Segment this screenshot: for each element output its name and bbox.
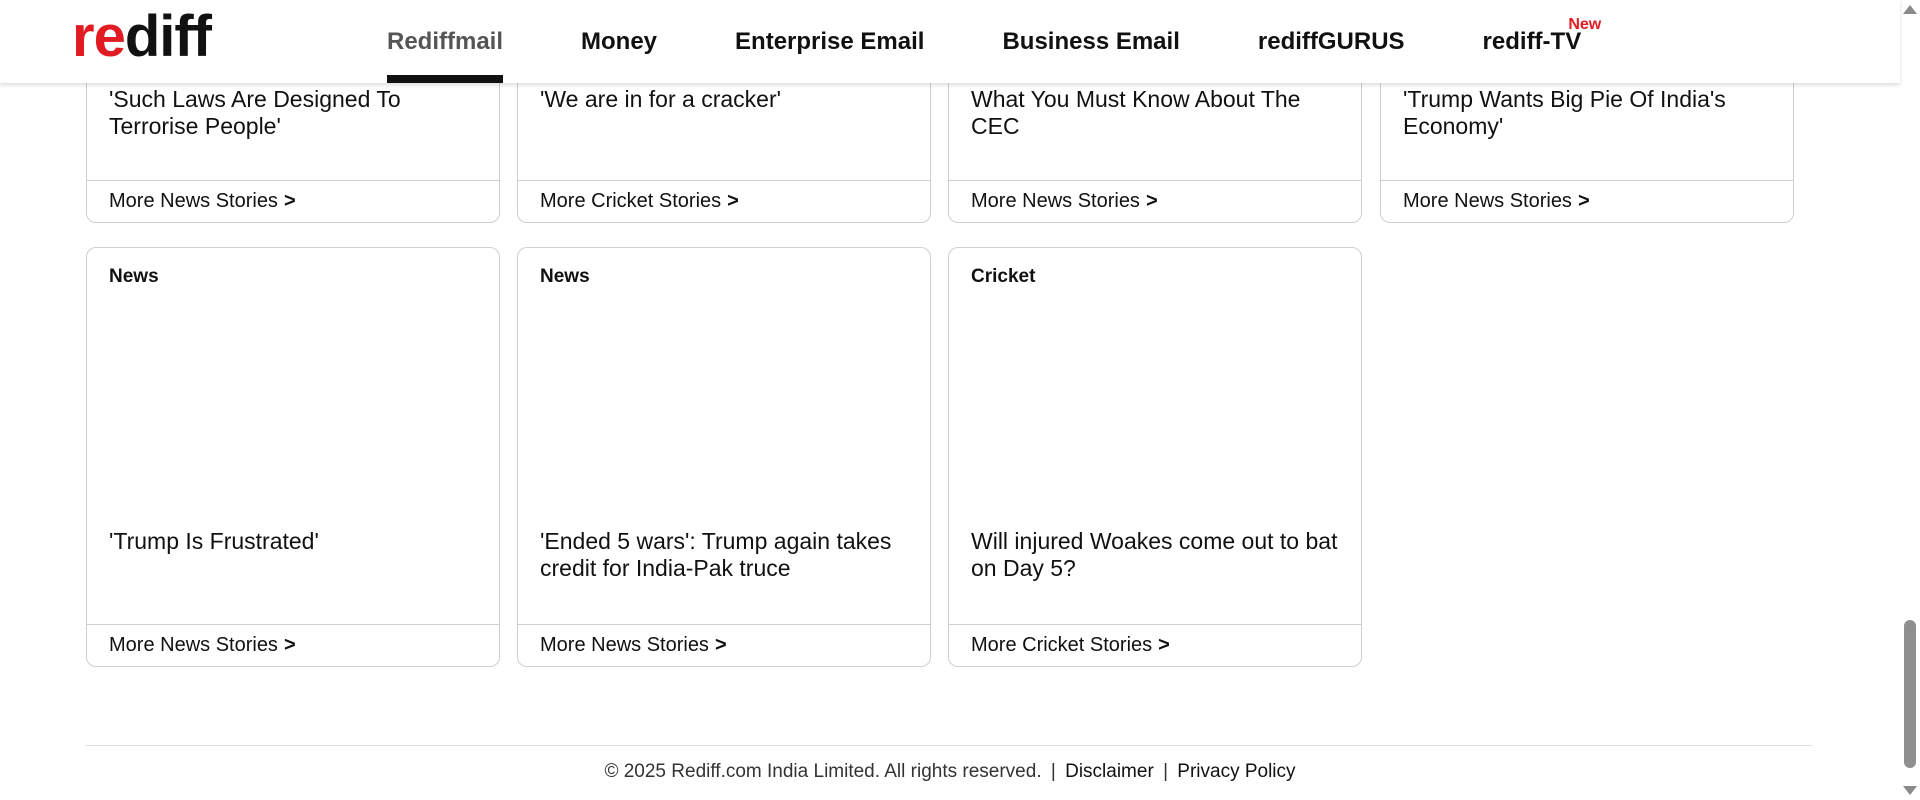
main-nav: Rediffmail Money Enterprise Email Busine… [387, 0, 1659, 83]
nav-item-rediffmail[interactable]: Rediffmail [387, 0, 504, 83]
nav-item-label: Business Email [1002, 27, 1180, 55]
chevron-right-icon: > [1158, 634, 1170, 656]
story-card[interactable]: News 'Trump Is Frustrated' More News Sto… [86, 247, 500, 667]
page-footer: © 2025 Rediff.com India Limited. All rig… [0, 761, 1900, 783]
nav-item-label: Rediffmail [387, 27, 504, 55]
story-headline[interactable]: 'Ended 5 wars': Trump again takes credit… [540, 528, 910, 582]
story-card[interactable]: News 'Ended 5 wars': Trump again takes c… [517, 247, 931, 667]
story-card[interactable]: Cricket Will injured Woakes come out to … [948, 247, 1362, 667]
chevron-right-icon: > [1577, 190, 1590, 212]
link-label: More News Stories [109, 634, 278, 656]
nav-item-label: Money [581, 27, 658, 55]
story-headline[interactable]: What You Must Know About The CEC [971, 86, 1341, 140]
story-headline[interactable]: 'We are in for a cracker' [540, 86, 910, 113]
site-header: re diff Rediffmail Money Enterprise Email… [0, 0, 1900, 83]
link-label: More News Stories [1403, 190, 1572, 212]
chevron-right-icon: > [283, 190, 296, 212]
scroll-up-arrow-icon[interactable] [1903, 5, 1917, 14]
copyright-text: © 2025 Rediff.com India Limited. All rig… [604, 761, 1042, 782]
rediff-logo[interactable]: re diff [72, 8, 212, 66]
link-label: More Cricket Stories [540, 190, 722, 212]
footer-separator: | [1050, 761, 1056, 782]
chevron-right-icon: > [283, 634, 296, 656]
logo-part-re: re [72, 4, 126, 69]
story-category: News [109, 266, 159, 287]
link-label: More News Stories [971, 190, 1140, 212]
more-cricket-stories-link[interactable]: More Cricket Stories > [518, 180, 930, 222]
more-news-stories-link[interactable]: More News Stories > [87, 180, 499, 222]
more-cricket-stories-link[interactable]: More Cricket Stories > [949, 624, 1361, 666]
chevron-right-icon: > [1145, 190, 1158, 212]
link-label: More Cricket Stories [971, 634, 1153, 656]
scrollbar-thumb[interactable] [1904, 620, 1916, 768]
footer-separator: | [1163, 761, 1168, 782]
more-news-stories-link[interactable]: More News Stories > [949, 180, 1361, 222]
story-category: Cricket [971, 266, 1036, 287]
nav-item-label: rediffGURUS [1257, 27, 1405, 55]
link-label: More News Stories [109, 190, 278, 212]
nav-item-enterprise-email[interactable]: Enterprise Email [735, 0, 924, 83]
nav-item-rediffgurus[interactable]: rediffGURUS [1258, 0, 1405, 83]
nav-item-label: rediff-TV [1482, 27, 1582, 55]
nav-item-business-email[interactable]: Business Email [1002, 0, 1179, 83]
story-headline[interactable]: 'Trump Wants Big Pie Of India's Economy' [1403, 86, 1773, 140]
nav-item-label: Enterprise Email [735, 27, 925, 55]
scroll-down-arrow-icon[interactable] [1903, 786, 1917, 795]
logo-part-diff: diff [124, 4, 212, 69]
footer-divider [86, 745, 1812, 746]
nav-item-money[interactable]: Money [581, 0, 657, 83]
vertical-scrollbar[interactable] [1900, 0, 1920, 800]
story-headline[interactable]: 'Trump Is Frustrated' [109, 528, 479, 555]
more-news-stories-link[interactable]: More News Stories > [518, 624, 930, 666]
disclaimer-link[interactable]: Disclaimer [1065, 761, 1154, 782]
story-category: News [540, 266, 590, 287]
chevron-right-icon: > [727, 190, 739, 212]
link-label: More News Stories [540, 634, 709, 656]
nav-item-rediff-tv[interactable]: rediff-TV New [1482, 0, 1602, 83]
chevron-right-icon: > [714, 634, 727, 656]
story-headline[interactable]: 'Such Laws Are Designed To Terrorise Peo… [109, 86, 479, 140]
more-news-stories-link[interactable]: More News Stories > [1381, 180, 1793, 222]
new-badge: New [1568, 16, 1602, 33]
story-headline[interactable]: Will injured Woakes come out to bat on D… [971, 528, 1341, 582]
more-news-stories-link[interactable]: More News Stories > [87, 624, 499, 666]
privacy-policy-link[interactable]: Privacy Policy [1177, 761, 1295, 782]
